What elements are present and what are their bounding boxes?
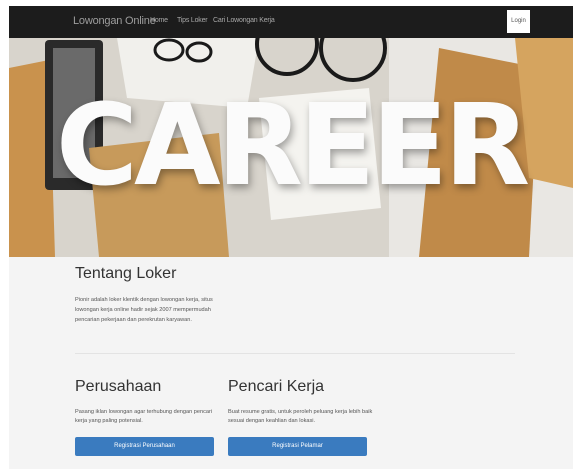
main-content: Tentang Loker Pionir adalah loker klenti…: [9, 257, 573, 469]
about-text: Pionir adalah loker klentik dengan lowon…: [75, 297, 213, 323]
jobseeker-title: Pencari Kerja: [228, 378, 325, 395]
section-divider: [75, 353, 515, 354]
hero-title: CAREER: [55, 81, 530, 211]
jobseeker-text: Buat resume gratis, untuk peroleh peluan…: [228, 409, 373, 424]
hero-banner: CAREER: [9, 38, 573, 257]
brand-link[interactable]: Lowongan Online: [73, 15, 156, 27]
register-company-button[interactable]: Registrasi Perusahaan: [75, 437, 214, 456]
nav-home-link[interactable]: Home: [150, 17, 168, 24]
about-title: Tentang Loker: [75, 265, 177, 282]
nav-cari-lowongan-link[interactable]: Cari Lowongan Kerja: [213, 17, 275, 24]
register-jobseeker-button[interactable]: Registrasi Pelamar: [228, 437, 367, 456]
company-title: Perusahaan: [75, 378, 162, 395]
company-text: Pasang iklan lowongan agar terhubung den…: [75, 409, 213, 424]
login-button[interactable]: Login: [507, 10, 530, 33]
nav-tips-loker-link[interactable]: Tips Loker: [177, 17, 208, 24]
top-navbar: Lowongan Online Home Tips Loker Cari Low…: [9, 6, 573, 38]
